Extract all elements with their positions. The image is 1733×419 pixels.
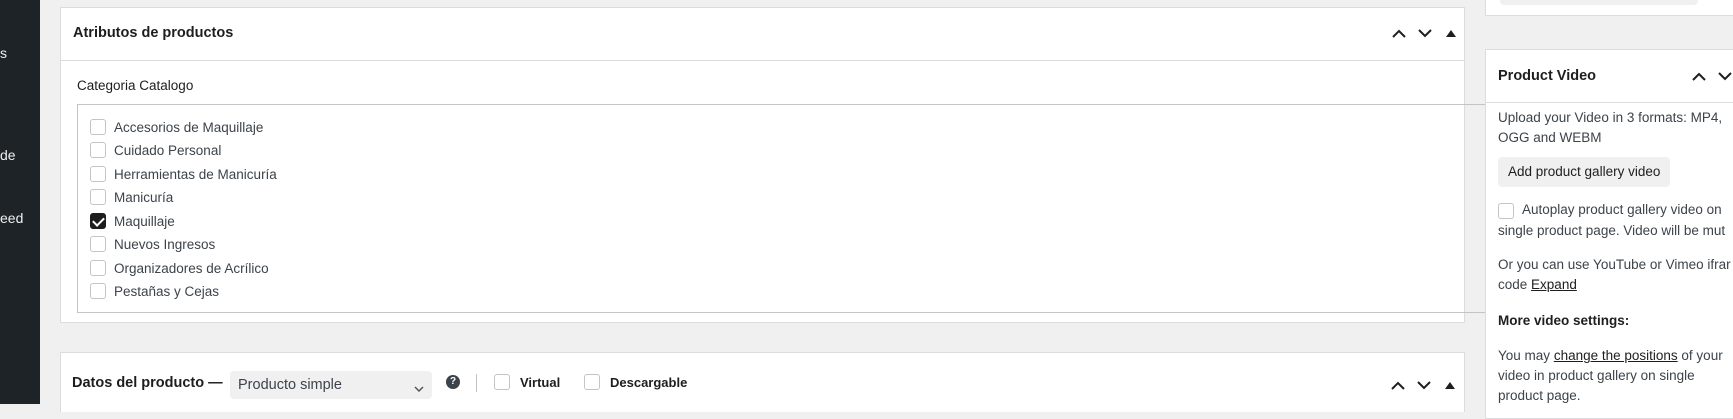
category-item-label: Cuidado Personal: [114, 142, 222, 158]
descargable-checkbox-label[interactable]: Descargable: [584, 374, 687, 390]
add-gallery-video-button[interactable]: Add product gallery video: [1498, 157, 1671, 187]
chevron-up-icon[interactable]: [1690, 67, 1708, 85]
category-item-label: Nuevos Ingresos: [114, 236, 216, 252]
product-video-title: Product Video: [1498, 68, 1597, 84]
category-item[interactable]: Pestañas y Cejas: [90, 281, 219, 301]
triangle-up-icon[interactable]: [1442, 24, 1460, 42]
category-item[interactable]: Manicuría: [90, 187, 173, 207]
checkmark-icon[interactable]: [90, 213, 106, 229]
category-checklist: Accesorios de Maquillaje Cuidado Persona…: [77, 104, 1509, 313]
category-item[interactable]: Herramientas de Manicuría: [90, 164, 277, 184]
help-icon[interactable]: ?: [446, 375, 460, 389]
iframe-code-text: code: [1498, 277, 1528, 292]
descargable-checkbox[interactable]: [584, 374, 600, 390]
chevron-down-icon[interactable]: [1416, 24, 1434, 42]
autoplay-label-line2: single product page. Video will be mut: [1498, 223, 1726, 238]
chevron-down-icon: [414, 380, 424, 396]
category-label: Categoria Catalogo: [77, 78, 194, 93]
category-checkbox[interactable]: [90, 189, 106, 205]
category-checkbox[interactable]: [90, 119, 106, 135]
iframe-note-line2: code Expand: [1498, 275, 1577, 295]
category-checkbox[interactable]: [90, 166, 106, 182]
virtual-checkbox-label[interactable]: Virtual: [494, 374, 560, 390]
category-item-label: Accesorios de Maquillaje: [114, 119, 264, 135]
category-item-label: Manicuría: [114, 189, 174, 205]
category-item-label: Maquillaje: [114, 213, 175, 229]
datos-panel-title: Datos del producto —: [72, 375, 223, 391]
upload-instructions-line2: OGG and WEBM: [1498, 130, 1602, 145]
expand-link[interactable]: Expand: [1531, 277, 1577, 292]
category-item[interactable]: Cuidado Personal: [90, 140, 221, 160]
positions-note-line2: video in product gallery on single: [1498, 368, 1695, 383]
category-item-label: Organizadores de Acrílico: [114, 260, 269, 276]
product-video-panel: Product Video Upload your Video in 3 for…: [1485, 49, 1733, 419]
atributos-panel: Atributos de productos Categoria Catalog…: [60, 7, 1509, 323]
autoplay-checkbox[interactable]: [1498, 203, 1514, 219]
chevron-down-icon[interactable]: [1415, 376, 1433, 394]
category-checkbox[interactable]: [90, 142, 106, 158]
category-checkbox[interactable]: [90, 283, 106, 299]
positions-suffix: of your: [1681, 348, 1723, 363]
chevron-down-icon[interactable]: [1716, 67, 1733, 85]
virtual-label: Virtual: [520, 374, 561, 390]
category-item-label: Pestañas y Cejas: [114, 283, 220, 299]
category-item-label: Herramientas de Manicuría: [114, 166, 277, 182]
sidebar-menu-fragment[interactable]: eed: [0, 210, 23, 226]
product-type-select[interactable]: Producto simple: [230, 371, 432, 399]
triangle-up-icon[interactable]: [1441, 376, 1459, 394]
iframe-note-line1: Or you can use YouTube or Vimeo ifrar: [1498, 257, 1731, 272]
autoplay-label-line1: Autoplay product gallery video on: [1522, 202, 1722, 217]
category-item[interactable]: Maquillaje: [90, 211, 175, 231]
virtual-checkbox[interactable]: [494, 374, 510, 390]
category-item[interactable]: Organizadores de Acrílico: [90, 258, 269, 278]
sidebar-menu-fragment[interactable]: s: [0, 45, 7, 61]
product-type-value: Producto simple: [238, 377, 342, 393]
category-item[interactable]: Nuevos Ingresos: [90, 234, 215, 254]
positions-prefix: You may: [1498, 348, 1551, 363]
descargable-label: Descargable: [610, 374, 688, 390]
category-checkbox[interactable]: [90, 236, 106, 252]
change-positions-link[interactable]: change the positions: [1554, 348, 1678, 363]
clipped-button[interactable]: [1500, 0, 1698, 5]
sidebar-menu-fragment[interactable]: de: [0, 147, 16, 163]
admin-sidebar: s de eed: [0, 0, 40, 404]
category-checkbox[interactable]: [90, 260, 106, 276]
positions-note-line1: You may change the positions of your: [1498, 346, 1723, 366]
divider: [476, 374, 477, 392]
upload-instructions-line1: Upload your Video in 3 formats: MP4,: [1498, 110, 1723, 125]
sidebar-box-clipped: [1485, 0, 1733, 16]
chevron-up-icon[interactable]: [1390, 24, 1408, 42]
more-video-settings-heading: More video settings:: [1498, 313, 1630, 328]
atributos-panel-header: Atributos de productos: [61, 8, 1464, 61]
chevron-up-icon[interactable]: [1389, 376, 1407, 394]
atributos-panel-title: Atributos de productos: [73, 25, 234, 41]
category-item[interactable]: Accesorios de Maquillaje: [90, 117, 263, 137]
product-video-header: Product Video: [1486, 50, 1733, 103]
positions-note-line3: product page.: [1498, 388, 1581, 403]
